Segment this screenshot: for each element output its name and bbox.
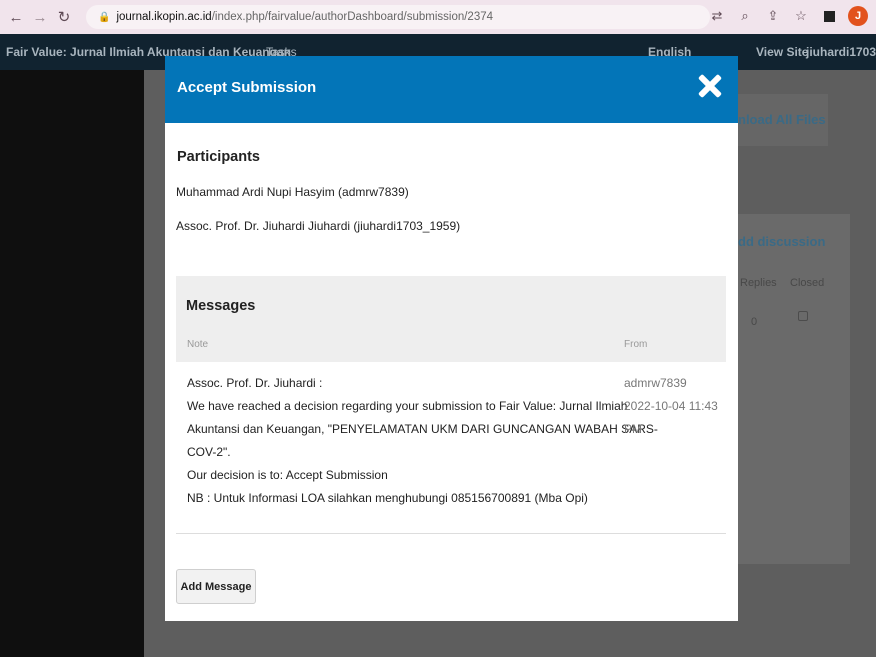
- column-note: Note: [187, 339, 209, 350]
- download-all-files-button[interactable]: nload All Files: [738, 112, 826, 127]
- messages-header: Messages Note From: [176, 276, 726, 362]
- col-replies: Replies: [740, 277, 777, 289]
- message-line: We have reached a decision regarding you…: [187, 399, 628, 413]
- message-line: Akuntansi dan Keuangan, "PENYELAMATAN UK…: [187, 422, 658, 436]
- zoom-icon[interactable]: ⌕: [736, 5, 754, 27]
- browser-toolbar: ← → ↻ 🔒 journal.ikopin.ac.id /index.php/…: [0, 0, 876, 34]
- modal-title: Accept Submission: [177, 79, 317, 96]
- modal-header: Accept Submission: [165, 56, 738, 123]
- message-from-date: 2022-10-04 11:43: [624, 399, 718, 413]
- lock-icon: 🔒: [98, 11, 111, 23]
- forward-arrow-icon[interactable]: →: [30, 7, 50, 27]
- closed-checkbox[interactable]: [798, 311, 808, 321]
- message-line: NB : Untuk Informasi LOA silahkan menghu…: [187, 491, 588, 505]
- participant-2: Assoc. Prof. Dr. Jiuhardi Jiuhardi (jiuh…: [176, 219, 461, 233]
- participant-1: Muhammad Ardi Nupi Hasyim (admrw7839): [176, 185, 409, 199]
- message-line: COV-2".: [187, 445, 231, 459]
- reload-icon[interactable]: ↻: [54, 7, 74, 27]
- col-closed: Closed: [790, 277, 825, 289]
- add-discussion-link[interactable]: dd discussion: [738, 234, 825, 249]
- user-menu[interactable]: jiuhardi1703_19: [806, 45, 876, 59]
- url-host: journal.ikopin.ac.id: [116, 11, 212, 23]
- share-icon[interactable]: ⇪: [764, 5, 782, 27]
- translate-icon[interactable]: ⇄: [708, 5, 726, 27]
- sidebar: [0, 70, 144, 657]
- message-from-user: admrw7839: [624, 376, 687, 390]
- participants-heading: Participants: [177, 149, 260, 165]
- address-bar[interactable]: 🔒 journal.ikopin.ac.id /index.php/fairva…: [86, 5, 710, 29]
- message-from-time: PM: [624, 422, 642, 436]
- url-path: /index.php/fairvalue/authorDashboard/sub…: [211, 11, 494, 23]
- tab-search-icon[interactable]: [820, 5, 838, 27]
- close-icon[interactable]: [696, 72, 724, 100]
- column-from: From: [624, 339, 648, 350]
- back-arrow-icon[interactable]: ←: [6, 7, 26, 27]
- message-line: Our decision is to: Accept Submission: [187, 468, 388, 482]
- discussion-panel: [728, 214, 850, 564]
- add-message-button[interactable]: Add Message: [176, 569, 256, 604]
- bookmark-star-icon[interactable]: ☆: [792, 5, 810, 27]
- profile-avatar[interactable]: J: [848, 6, 868, 26]
- message-line: Assoc. Prof. Dr. Jiuhardi :: [187, 376, 323, 390]
- view-site-link[interactable]: View Site: [756, 45, 808, 59]
- accept-submission-modal: Accept Submission Participants Muhammad …: [165, 56, 738, 621]
- message-row: Assoc. Prof. Dr. Jiuhardi : We have reac…: [176, 362, 726, 534]
- messages-heading: Messages: [186, 298, 256, 314]
- replies-count: 0: [751, 316, 758, 328]
